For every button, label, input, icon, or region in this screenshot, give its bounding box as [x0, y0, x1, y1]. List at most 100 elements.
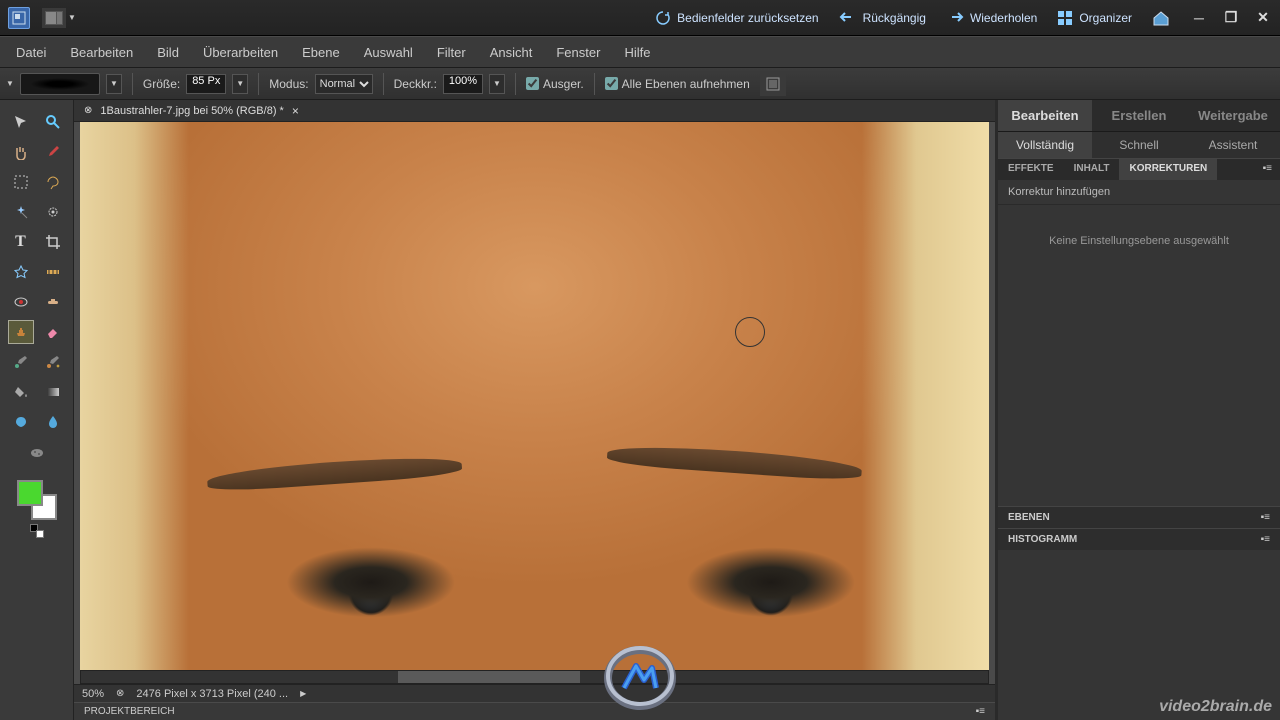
close-window-button[interactable]: ✕ — [1254, 9, 1272, 27]
smart-brush-tool[interactable] — [40, 350, 66, 374]
app-logo-icon[interactable] — [8, 7, 30, 29]
tab-assistent[interactable]: Assistent — [1186, 132, 1280, 158]
ausger-checkbox[interactable]: Ausger. — [526, 77, 584, 91]
histogram-panel-header[interactable]: HISTOGRAMM ▪≡ — [998, 528, 1280, 550]
menu-fenster[interactable]: Fenster — [544, 39, 612, 66]
tool-preset-arrow-icon[interactable]: ▼ — [6, 79, 14, 88]
brush-tool[interactable] — [8, 350, 34, 374]
organizer-icon — [1057, 10, 1073, 26]
canvas-area: ⊗ 1Baustrahler-7.jpg bei 50% (RGB/8) * ×… — [74, 100, 998, 720]
marquee-tool[interactable] — [8, 170, 34, 194]
menu-bild[interactable]: Bild — [145, 39, 191, 66]
zoom-tool[interactable] — [40, 110, 66, 134]
panel-menu-icon[interactable]: ▪≡ — [1261, 534, 1270, 545]
ausger-label: Ausger. — [543, 77, 584, 91]
project-bin-bar[interactable]: PROJEKTBEREICH ▪≡ — [74, 702, 995, 720]
maximize-button[interactable]: ❐ — [1222, 9, 1240, 27]
lasso-tool[interactable] — [40, 170, 66, 194]
color-swatches[interactable] — [17, 480, 57, 520]
panel-layout-icon[interactable] — [42, 8, 66, 28]
crop-tool[interactable] — [40, 230, 66, 254]
menu-datei[interactable]: Datei — [4, 39, 58, 66]
text-tool[interactable]: T — [8, 230, 34, 254]
corrections-body: Keine Einstellungsebene ausgewählt — [998, 205, 1280, 506]
size-label: Größe: — [143, 77, 180, 91]
minimize-button[interactable]: ─ — [1190, 9, 1208, 27]
menu-bearbeiten[interactable]: Bearbeiten — [58, 39, 145, 66]
sponge-tool[interactable] — [24, 440, 50, 464]
menu-auswahl[interactable]: Auswahl — [352, 39, 425, 66]
eyedropper-tool[interactable] — [40, 140, 66, 164]
blur-tool[interactable] — [40, 410, 66, 434]
document-tab[interactable]: ⊗ 1Baustrahler-7.jpg bei 50% (RGB/8) * × — [74, 100, 995, 122]
size-dropdown[interactable]: ▼ — [232, 74, 248, 94]
menu-ebene[interactable]: Ebene — [290, 39, 352, 66]
horizontal-scrollbar[interactable] — [80, 670, 989, 684]
tab-schnell[interactable]: Schnell — [1092, 132, 1186, 158]
tab-korrekturen[interactable]: KORREKTUREN — [1119, 159, 1217, 180]
home-icon — [1152, 9, 1170, 27]
brush-dropdown[interactable]: ▼ — [106, 74, 122, 94]
dropdown-arrow-icon[interactable]: ▼ — [68, 13, 76, 22]
brush-cursor-icon — [735, 317, 765, 347]
fg-color-swatch[interactable] — [17, 480, 43, 506]
organizer-button[interactable]: Organizer — [1047, 6, 1142, 30]
redo-button[interactable]: Wiederholen — [936, 7, 1047, 29]
options-extra-icon[interactable] — [760, 72, 786, 96]
menu-filter[interactable]: Filter — [425, 39, 478, 66]
tab-bearbeiten[interactable]: Bearbeiten — [998, 100, 1092, 131]
panel-menu-icon[interactable]: ▪≡ — [976, 706, 985, 717]
tab-effekte[interactable]: EFFEKTE — [998, 159, 1064, 180]
redeye-tool[interactable] — [8, 290, 34, 314]
zoom-level[interactable]: 50% — [82, 688, 104, 700]
home-button[interactable] — [1142, 5, 1180, 31]
quick-select-tool[interactable] — [40, 200, 66, 224]
healing-brush-tool[interactable] — [40, 290, 66, 314]
add-correction-header: Korrektur hinzufügen — [998, 180, 1280, 205]
hand-tool[interactable] — [8, 140, 34, 164]
gradient-tool[interactable] — [40, 380, 66, 404]
tab-weitergabe[interactable]: Weitergabe — [1186, 100, 1280, 131]
layers-label: EBENEN — [1008, 512, 1050, 523]
bucket-tool[interactable] — [8, 380, 34, 404]
undo-label: Rückgängig — [863, 11, 926, 25]
eraser-tool[interactable] — [40, 320, 66, 344]
cookie-cutter-tool[interactable] — [8, 260, 34, 284]
histogram-label: HISTOGRAMM — [1008, 534, 1077, 545]
alle-ebenen-label: Alle Ebenen aufnehmen — [622, 77, 750, 91]
document-dimensions: 2476 Pixel x 3713 Pixel (240 ... — [136, 688, 288, 700]
close-tab-icon[interactable]: × — [292, 104, 299, 118]
alle-ebenen-checkbox[interactable]: Alle Ebenen aufnehmen — [605, 77, 750, 91]
redo-icon — [946, 11, 964, 25]
menu-ansicht[interactable]: Ansicht — [478, 39, 545, 66]
move-tool[interactable] — [8, 110, 34, 134]
watermark-text: video2brain.de — [1159, 698, 1272, 716]
brush-preview[interactable] — [20, 73, 100, 95]
menu-hilfe[interactable]: Hilfe — [612, 39, 662, 66]
panel-menu-icon[interactable]: ▪≡ — [1261, 512, 1270, 523]
default-colors-icon[interactable] — [30, 524, 44, 538]
reset-panels-button[interactable]: Bedienfelder zurücksetzen — [645, 6, 828, 30]
status-bar: 50% ⊗ 2476 Pixel x 3713 Pixel (240 ... ▶ — [74, 684, 995, 702]
opacity-dropdown[interactable]: ▼ — [489, 74, 505, 94]
menu-ueberarbeiten[interactable]: Überarbeiten — [191, 39, 290, 66]
straighten-tool[interactable] — [40, 260, 66, 284]
undo-button[interactable]: Rückgängig — [829, 7, 936, 29]
panel-menu-icon[interactable]: ▪≡ — [1255, 159, 1280, 180]
reset-panels-label: Bedienfelder zurücksetzen — [677, 11, 818, 25]
wand-tool[interactable] — [8, 200, 34, 224]
organizer-label: Organizer — [1079, 11, 1132, 25]
shape-tool[interactable] — [8, 410, 34, 434]
opacity-input[interactable]: 100% — [443, 74, 483, 94]
toolbox: T — [0, 100, 74, 720]
canvas-viewport[interactable] — [80, 122, 989, 670]
layers-panel-header[interactable]: EBENEN ▪≡ — [998, 506, 1280, 528]
mode-select[interactable]: Normal — [315, 74, 373, 94]
options-bar: ▼ ▼ Größe: 85 Px ▼ Modus: Normal Deckkr.… — [0, 68, 1280, 100]
tab-erstellen[interactable]: Erstellen — [1092, 100, 1186, 131]
clone-stamp-tool[interactable] — [8, 320, 34, 344]
tab-vollstaendig[interactable]: Vollständig — [998, 132, 1092, 158]
tab-inhalt[interactable]: INHALT — [1064, 159, 1120, 180]
size-input[interactable]: 85 Px — [186, 74, 226, 94]
project-bin-label: PROJEKTBEREICH — [84, 706, 175, 717]
